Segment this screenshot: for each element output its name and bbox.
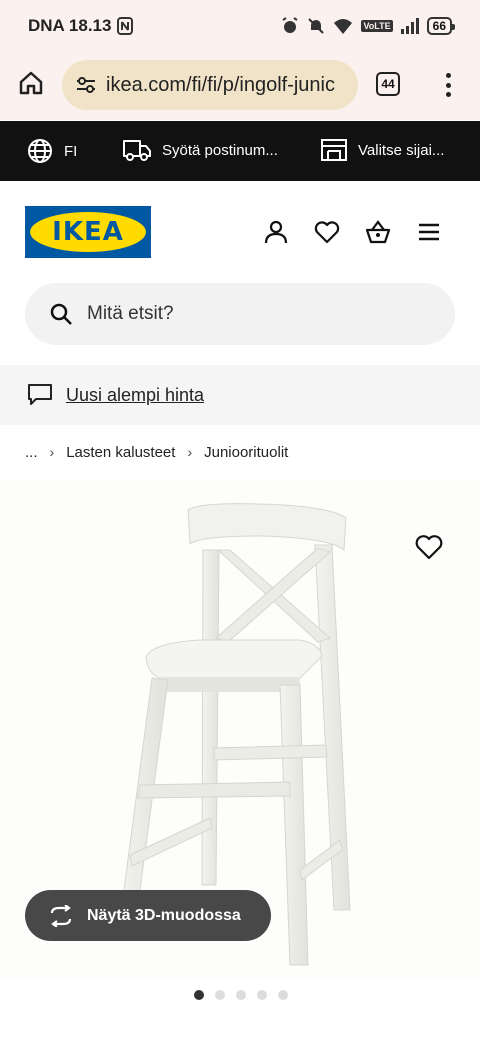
status-bar: DNA 18.13 VoLTE 66 xyxy=(0,0,480,52)
mute-icon xyxy=(308,18,325,34)
dot xyxy=(445,82,451,88)
image-pagination xyxy=(194,990,288,1000)
language-label: FI xyxy=(64,142,78,160)
chat-icon xyxy=(28,384,52,405)
tune-icon[interactable] xyxy=(74,73,98,97)
favorite-heart-icon[interactable] xyxy=(414,532,444,562)
pagination-dot-active[interactable] xyxy=(194,990,204,1000)
carrier-time: DNA 18.13 xyxy=(28,16,112,35)
store-selector[interactable]: Valitse sijai... xyxy=(320,137,444,163)
basket-icon[interactable] xyxy=(365,219,391,245)
pagination-dot[interactable] xyxy=(278,990,288,1000)
search-placeholder: Mitä etsit? xyxy=(87,303,174,324)
pagination-dot[interactable] xyxy=(257,990,267,1000)
language-selector[interactable]: FI xyxy=(26,137,77,165)
status-left: DNA 18.13 xyxy=(28,16,134,36)
address-bar[interactable]: ikea.com/fi/fi/p/ingolf-junic xyxy=(62,60,358,110)
truck-icon xyxy=(123,140,151,161)
wifi-icon xyxy=(334,19,353,34)
store-label: Valitse sijai... xyxy=(358,141,445,159)
dot xyxy=(445,73,451,78)
breadcrumb-ellipsis[interactable]: ... xyxy=(25,444,38,461)
pagination-dot[interactable] xyxy=(236,990,246,1000)
breadcrumb-item[interactable]: Lasten kalusteet xyxy=(66,444,175,461)
globe-icon xyxy=(28,139,52,163)
utility-bar: FI Syötä postinum... Valitse sijai... xyxy=(0,121,480,181)
postcode-label: Syötä postinum... xyxy=(162,141,278,159)
site-header: IKEA xyxy=(0,181,480,281)
search-icon xyxy=(50,303,72,325)
home-icon xyxy=(19,71,43,95)
chevron-right-icon: › xyxy=(49,444,55,460)
browser-menu-button[interactable] xyxy=(438,70,458,100)
pagination-dot[interactable] xyxy=(215,990,225,1000)
logo-oval: IKEA xyxy=(30,212,146,252)
nfc-icon xyxy=(117,17,134,35)
alarm-icon xyxy=(282,17,299,33)
ikea-logo[interactable]: IKEA xyxy=(25,206,151,258)
store-icon xyxy=(321,139,347,161)
search-input[interactable]: Mitä etsit? xyxy=(25,283,455,345)
view-3d-label: Näytä 3D-muodossa xyxy=(87,906,241,924)
home-button[interactable] xyxy=(16,68,46,98)
url-text: ikea.com/fi/fi/p/ingolf-junic xyxy=(106,73,335,96)
view-3d-button[interactable]: Näytä 3D-muodossa xyxy=(25,890,271,941)
heart-icon[interactable] xyxy=(314,219,340,245)
logo-text: IKEA xyxy=(52,217,124,247)
user-icon[interactable] xyxy=(263,219,289,245)
breadcrumb: ... › Lasten kalusteet › Junioorituolit xyxy=(25,440,288,464)
breadcrumb-item[interactable]: Junioorituolit xyxy=(204,444,288,461)
battery-indicator: 66 xyxy=(426,17,456,35)
rotate-3d-icon xyxy=(50,904,72,927)
chevron-right-icon: › xyxy=(187,444,193,460)
volte-badge: VoLTE xyxy=(361,20,393,32)
tab-switcher-button[interactable]: 44 xyxy=(376,72,400,96)
status-right: VoLTE 66 xyxy=(281,17,456,35)
postcode-selector[interactable]: Syötä postinum... xyxy=(122,137,278,163)
hamburger-icon[interactable] xyxy=(416,219,442,245)
promo-banner[interactable]: Uusi alempi hinta xyxy=(0,365,480,425)
dot xyxy=(445,92,451,97)
browser-toolbar: ikea.com/fi/fi/p/ingolf-junic 44 xyxy=(0,52,480,120)
signal-icon xyxy=(400,18,419,34)
banner-link[interactable]: Uusi alempi hinta xyxy=(66,385,204,406)
